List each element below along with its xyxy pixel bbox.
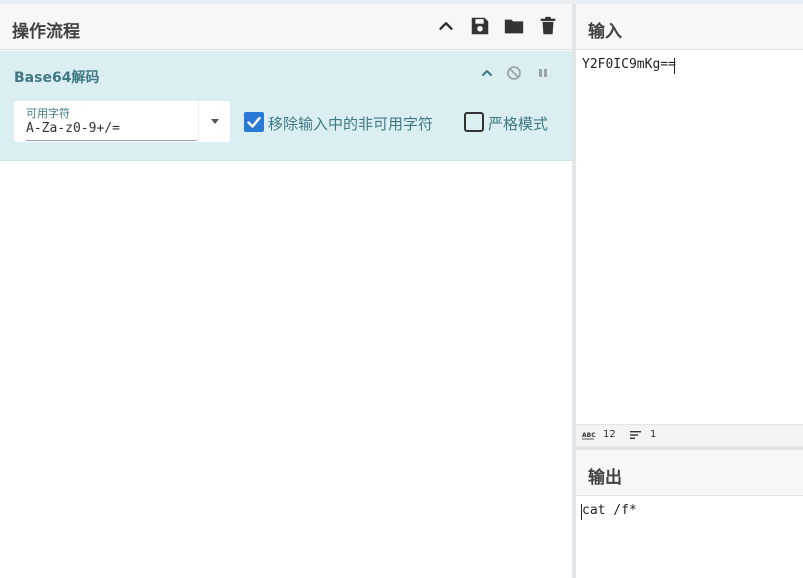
input-status-bar: ABC 12 1 — [576, 424, 803, 446]
output-title: 输出 — [588, 468, 622, 488]
alphabet-value[interactable]: A-Za-z0-9+/= — [26, 121, 120, 136]
input-caret — [674, 58, 675, 74]
remove-nonalpha-label[interactable]: 移除输入中的非可用字符 — [268, 113, 433, 134]
recipe-header: 操作流程 — [0, 4, 572, 50]
alphabet-select[interactable]: 可用字符 A-Za-z0-9+/= — [14, 101, 230, 142]
input-value: Y2F0IC9mKg== — [582, 57, 676, 72]
alphabet-label: 可用字符 — [26, 107, 70, 120]
recipe-pane: 操作流程 Base64解码 可用字符 A-Za-z0-9+/= 移除输入中的非可… — [0, 4, 572, 578]
recipe-title: 操作流程 — [12, 22, 80, 42]
input-title: 输入 — [588, 22, 622, 42]
input-textarea[interactable]: Y2F0IC9mKg== — [576, 51, 803, 424]
trash-icon[interactable] — [537, 15, 559, 37]
strict-mode-label[interactable]: 严格模式 — [488, 113, 548, 134]
folder-icon[interactable] — [503, 15, 525, 37]
save-icon[interactable] — [469, 15, 491, 37]
input-length: 12 — [603, 429, 616, 440]
remove-nonalpha-checkbox[interactable] — [244, 112, 264, 132]
input-text: Y2F0IC9mKg== — [582, 57, 676, 72]
caret-down-icon — [211, 119, 219, 124]
input-lines: 1 — [650, 429, 657, 440]
chevron-up-icon[interactable] — [435, 15, 457, 37]
output-header: 输出 — [576, 450, 803, 496]
operation-title: Base64解码 — [14, 70, 100, 86]
input-header: 输入 — [576, 4, 803, 50]
alphabet-dropdown-button[interactable] — [198, 101, 231, 142]
output-text: cat /f* — [582, 503, 637, 518]
svg-text:ABC: ABC — [582, 432, 596, 439]
lines-icon — [630, 431, 641, 439]
strict-mode-checkbox[interactable] — [464, 112, 484, 132]
chevron-up-icon[interactable] — [479, 65, 495, 81]
field-underline — [26, 140, 197, 141]
cyberchef-app: 操作流程 Base64解码 可用字符 A-Za-z0-9+/= 移除输入中的非可… — [0, 0, 803, 578]
output-textarea[interactable]: cat /f* — [576, 497, 803, 578]
abc-icon: ABC — [582, 432, 596, 440]
disable-icon[interactable] — [506, 65, 522, 81]
operation-base64-decode[interactable]: Base64解码 可用字符 A-Za-z0-9+/= 移除输入中的非可用字符 严… — [0, 51, 572, 161]
pause-icon[interactable] — [535, 65, 551, 81]
